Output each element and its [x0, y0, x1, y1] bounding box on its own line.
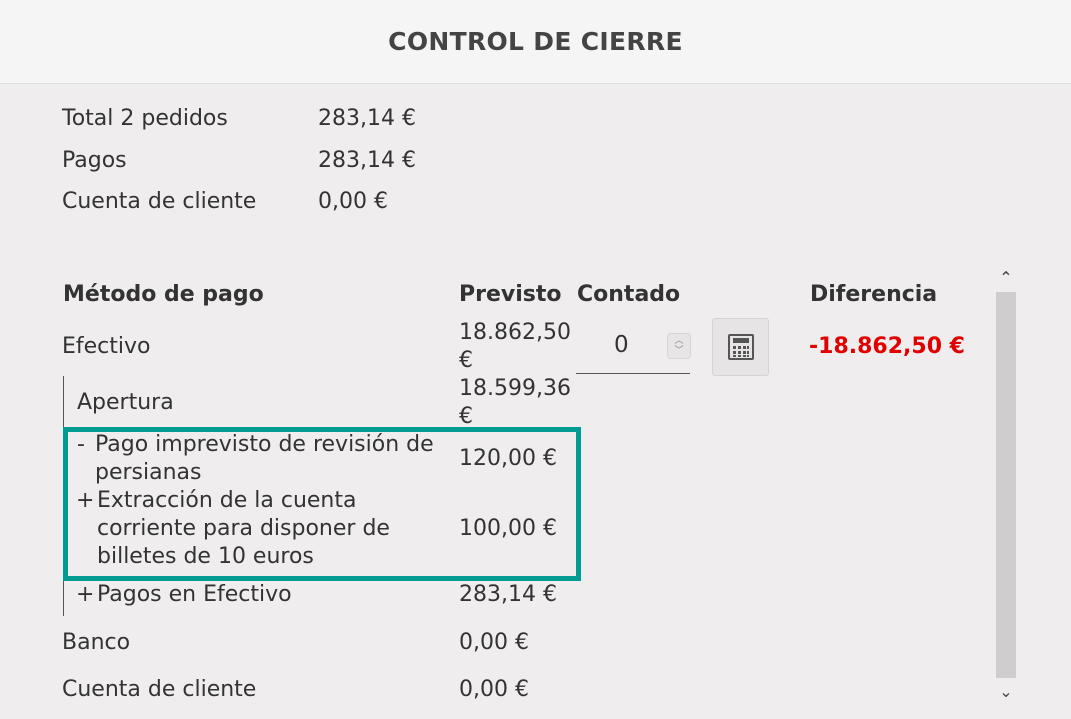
counted-value: 0: [614, 332, 629, 358]
summary-value-orders: 283,14 €: [318, 106, 416, 131]
summary-value-payments: 283,14 €: [318, 148, 416, 173]
header-counted: Contado: [577, 282, 681, 307]
expected-cuenta-cliente: 0,00 €: [459, 677, 529, 702]
method-efectivo: Efectivo: [62, 334, 151, 359]
spinner-icon[interactable]: ︿ ﹀: [667, 333, 691, 359]
summary-value-customer-account: 0,00 €: [318, 189, 388, 214]
scrollbar[interactable]: [996, 292, 1016, 678]
subrow-apertura-value: 18.599,36 €: [459, 376, 571, 429]
header-difference: Diferencia: [810, 282, 938, 307]
summary-label-orders: Total 2 pedidos: [62, 106, 228, 131]
header-method: Método de pago: [63, 282, 264, 307]
calculator-button[interactable]: [712, 318, 769, 376]
subrow-extraccion-label: Extracción de la cuenta corriente para d…: [97, 488, 390, 569]
dialog-header: CONTROL DE CIERRE: [0, 0, 1071, 84]
subrow-persianas-label: Pago imprevisto de revisión de persianas: [95, 432, 434, 485]
subrow-sign: +: [76, 488, 95, 513]
difference-efectivo: -18.862,50 €: [809, 334, 965, 359]
summary-label-customer-account: Cuenta de cliente: [62, 189, 257, 214]
calculator-icon: [727, 334, 754, 360]
subrow-sign: +: [76, 582, 95, 607]
subrow-apertura-label: Apertura: [77, 390, 174, 415]
subrow-pagos-label: Pagos en Efectivo: [97, 582, 292, 607]
spinner-down-icon[interactable]: ﹀: [674, 346, 683, 356]
subrow-pagos-value: 283,14 €: [459, 582, 557, 607]
method-cuenta-cliente: Cuenta de cliente: [62, 677, 257, 702]
chevron-up-icon[interactable]: ⌃: [996, 268, 1016, 287]
expected-efectivo: 18.862,50 €: [459, 320, 571, 373]
expected-banco: 0,00 €: [459, 630, 529, 655]
spinner-up-icon[interactable]: ︿: [674, 336, 683, 346]
method-banco: Banco: [62, 630, 131, 655]
subrow-extraccion-value: 100,00 €: [459, 516, 557, 541]
summary-label-payments: Pagos: [62, 148, 127, 173]
header-expected: Previsto: [459, 282, 562, 307]
page-title: CONTROL DE CIERRE: [388, 27, 683, 56]
subrow-sign: -: [77, 432, 85, 457]
chevron-down-icon[interactable]: ⌄: [996, 682, 1016, 701]
subrow-persianas-value: 120,00 €: [459, 446, 557, 471]
